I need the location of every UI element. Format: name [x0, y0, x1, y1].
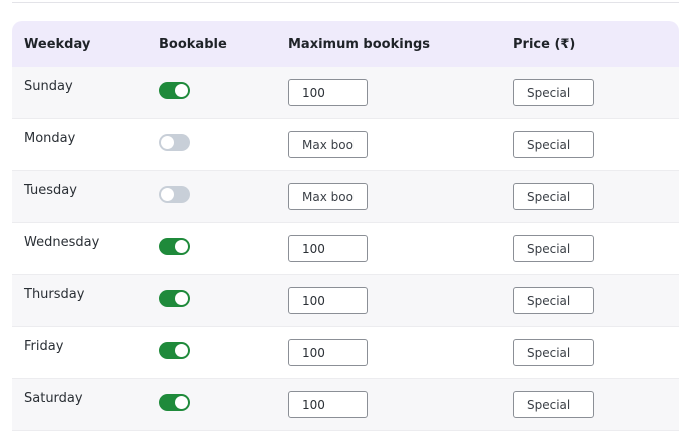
bookable-column-header: Bookable — [159, 36, 227, 52]
bookable-toggle[interactable] — [159, 186, 190, 203]
price-input[interactable] — [513, 287, 594, 314]
price-column-header: Price (₹) — [513, 36, 576, 52]
top-divider — [12, 2, 679, 3]
price-input[interactable] — [513, 235, 594, 262]
price-input[interactable] — [513, 183, 594, 210]
price-input[interactable] — [513, 339, 594, 366]
weekday-label: Wednesday — [24, 235, 100, 250]
price-input[interactable] — [513, 79, 594, 106]
table-header: Weekday Bookable Maximum bookings Price … — [12, 21, 679, 67]
table-row: Monday — [12, 119, 679, 171]
weekday-column-header: Weekday — [24, 36, 91, 52]
max-bookings-input[interactable] — [288, 339, 368, 366]
bookable-toggle[interactable] — [159, 82, 190, 99]
bookable-toggle[interactable] — [159, 290, 190, 307]
table-row: Sunday — [12, 67, 679, 119]
weekday-label: Friday — [24, 339, 64, 354]
weekday-label: Monday — [24, 131, 76, 146]
price-input[interactable] — [513, 131, 594, 158]
table-row: Thursday — [12, 275, 679, 327]
bookable-toggle[interactable] — [159, 394, 190, 411]
bookable-toggle[interactable] — [159, 134, 190, 151]
max-bookings-input[interactable] — [288, 183, 368, 210]
table-row: Tuesday — [12, 171, 679, 223]
max-bookings-column-header: Maximum bookings — [288, 36, 430, 52]
weekday-label: Sunday — [24, 79, 73, 94]
max-bookings-input[interactable] — [288, 287, 368, 314]
table-row: Wednesday — [12, 223, 679, 275]
table-row: Saturday — [12, 379, 679, 431]
toggle-knob — [175, 344, 188, 357]
max-bookings-input[interactable] — [288, 131, 368, 158]
toggle-knob — [175, 292, 188, 305]
weekday-label: Saturday — [24, 391, 83, 406]
bookable-toggle[interactable] — [159, 342, 190, 359]
toggle-knob — [161, 188, 174, 201]
max-bookings-input[interactable] — [288, 391, 368, 418]
max-bookings-input[interactable] — [288, 235, 368, 262]
table-row: Friday — [12, 327, 679, 379]
max-bookings-input[interactable] — [288, 79, 368, 106]
weekday-label: Tuesday — [24, 183, 77, 198]
toggle-knob — [175, 84, 188, 97]
weekday-label: Thursday — [24, 287, 85, 302]
toggle-knob — [175, 396, 188, 409]
bookable-toggle[interactable] — [159, 238, 190, 255]
weekday-bookings-table: Weekday Bookable Maximum bookings Price … — [12, 21, 679, 431]
toggle-knob — [161, 136, 174, 149]
toggle-knob — [175, 240, 188, 253]
price-input[interactable] — [513, 391, 594, 418]
